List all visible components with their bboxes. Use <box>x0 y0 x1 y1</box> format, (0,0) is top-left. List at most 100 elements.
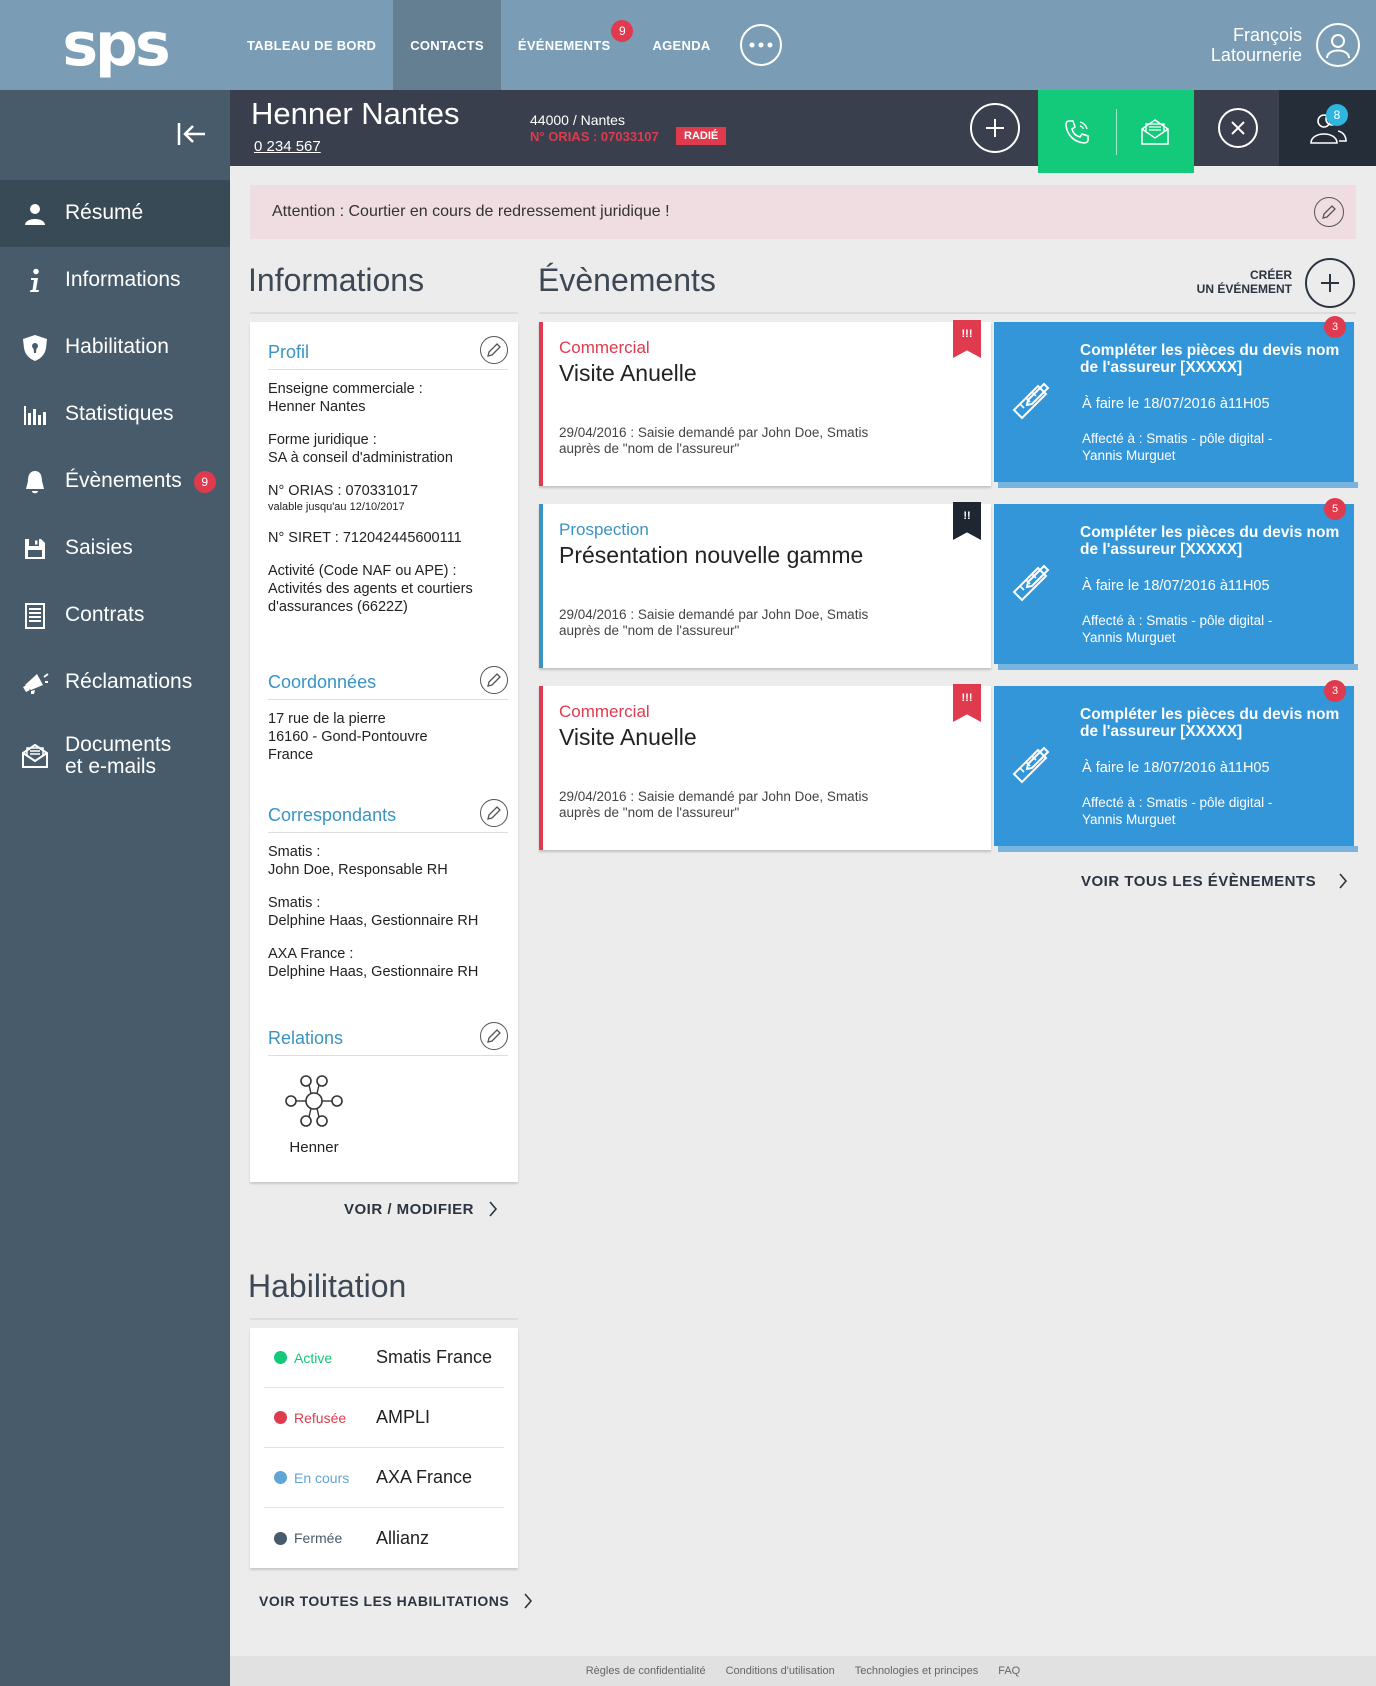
collapse-left-icon <box>177 123 205 145</box>
sidebar-item-reclamations[interactable]: Réclamations <box>0 649 230 716</box>
sidebar-item-label-line2: et e-mails <box>65 755 157 778</box>
address-line1: 17 rue de la pierre <box>268 711 386 727</box>
user-menu[interactable]: François Latournerie <box>1211 0 1360 90</box>
close-button[interactable] <box>1194 90 1281 166</box>
add-button[interactable] <box>960 90 1030 166</box>
more-dots-icon <box>749 42 773 48</box>
section-divider <box>539 312 1356 314</box>
pen-ruler-icon <box>1012 564 1050 602</box>
habilitation-row[interactable]: Active Smatis France <box>264 1328 504 1388</box>
habilitation-row[interactable]: En cours AXA France <box>264 1448 504 1508</box>
task-card[interactable]: Compléter les pièces du devis nom de l'a… <box>994 680 1358 852</box>
section-divider <box>250 312 518 314</box>
footer-link-technologies[interactable]: Technologies et principes <box>855 1665 979 1677</box>
event-type: Commercial <box>559 338 650 357</box>
relations-section: Relations <box>268 1018 508 1056</box>
app-logo[interactable]: sps <box>62 15 170 75</box>
profil-section: Profil Enseigne commerciale : Henner Nan… <box>268 332 508 616</box>
pencil-icon <box>1322 205 1336 219</box>
user-avatar-icon <box>1326 34 1350 59</box>
status-label: Fermée <box>294 1530 343 1546</box>
tab-agenda[interactable]: AGENDA <box>635 0 727 90</box>
contact-name: Henner Nantes <box>251 96 460 131</box>
pencil-icon <box>487 673 501 687</box>
correspondant-item: AXA France : Delphine Haas, Gestionnaire… <box>268 945 508 981</box>
task-card[interactable]: Compléter les pièces du devis nom de l'a… <box>994 498 1358 670</box>
footer: Règles de confidentialité Conditions d'u… <box>230 1656 1376 1686</box>
bell-icon <box>20 467 50 497</box>
footer-link-confidentialite[interactable]: Règles de confidentialité <box>586 1665 706 1677</box>
notification-badge: 9 <box>193 470 216 493</box>
sidebar-item-saisies[interactable]: Saisies <box>0 515 230 582</box>
link-label: VOIR / MODIFIER <box>344 1200 475 1218</box>
alert-text: Attention : Courtier en cours de redress… <box>272 203 670 220</box>
event-type: Prospection <box>559 520 649 539</box>
sidebar-item-statistiques[interactable]: Statistiques <box>0 381 230 448</box>
habilitation-row[interactable]: Fermée Allianz <box>264 1508 504 1568</box>
voir-evenements-link[interactable]: VOIR TOUS LES ÉVÈNEMENTS <box>1081 872 1348 890</box>
sidebar-item-habilitation[interactable]: Habilitation <box>0 314 230 381</box>
task-due-date: À faire le 18/07/2016 à11H05 <box>1082 760 1270 776</box>
correspondant-item: Smatis : Delphine Haas, Gestionnaire RH <box>268 894 508 930</box>
tab-evenements[interactable]: ÉVÉNEMENTS 9 <box>501 0 634 90</box>
edit-correspondants-button[interactable] <box>480 799 508 827</box>
status-dot <box>274 1471 287 1484</box>
activite-line1: Activités des agents et courtiers <box>268 581 473 597</box>
top-navbar: TABLEAU DE BORD CONTACTS ÉVÉNEMENTS 9 AG… <box>230 0 1376 90</box>
event-description: 29/04/2016 : Saisie demandé par John Doe… <box>559 607 919 639</box>
edit-relations-button[interactable] <box>480 1022 508 1050</box>
task-card[interactable]: Compléter les pièces du devis nom de l'a… <box>994 316 1358 488</box>
event-color-bar <box>539 686 543 850</box>
priority-ribbon: !!! <box>953 320 981 358</box>
main-tabs: TABLEAU DE BORD CONTACTS ÉVÉNEMENTS 9 AG… <box>230 0 782 90</box>
event-card[interactable]: Commercial Visite Anuelle 29/04/2016 : S… <box>539 320 991 486</box>
event-desc-line1: 29/04/2016 : Saisie demandé par John Doe… <box>559 789 869 804</box>
create-event-label[interactable]: CRÉER UN ÉVÉNEMENT <box>1160 268 1292 296</box>
edit-profil-button[interactable] <box>480 336 508 364</box>
notification-badge: 3 <box>1324 680 1346 702</box>
sidebar-item-resume[interactable]: Résumé <box>0 180 230 247</box>
task-due-date: À faire le 18/07/2016 à11H05 <box>1082 578 1270 594</box>
more-menu-button[interactable] <box>739 24 782 66</box>
sidebar-item-label: Statistiques <box>65 402 174 426</box>
forme-value: SA à conseil d'administration <box>268 450 453 466</box>
enseigne-label: Enseigne commerciale : <box>268 381 423 397</box>
notification-badge: 8 <box>1326 104 1348 126</box>
orias-block: N° ORIAS : 070331017 valable jusqu'au 12… <box>268 482 508 514</box>
status-dot <box>274 1531 287 1545</box>
habilitation-row[interactable]: Refusée AMPLI <box>264 1388 504 1448</box>
users-button[interactable]: 8 <box>1279 90 1376 166</box>
tab-contacts[interactable]: CONTACTS <box>393 0 501 90</box>
contact-header: Henner Nantes 0 234 567 44000 / Nantes N… <box>230 90 1376 173</box>
task-title: Compléter les pièces du devis nom de l'a… <box>1080 524 1340 558</box>
sidebar-item-evenements[interactable]: Évènements 9 <box>0 448 230 515</box>
event-card[interactable]: Prospection Présentation nouvelle gamme … <box>539 502 991 668</box>
collapse-sidebar-button[interactable] <box>170 112 214 156</box>
event-description: 29/04/2016 : Saisie demandé par John Doe… <box>559 789 919 821</box>
footer-link-faq[interactable]: FAQ <box>998 1665 1020 1677</box>
event-card[interactable]: Commercial Visite Anuelle 29/04/2016 : S… <box>539 684 991 850</box>
edit-alert-button[interactable] <box>1314 197 1344 227</box>
sidebar-item-label: Évènements <box>65 469 182 493</box>
sidebar-item-documents[interactable]: Documents et e-mails <box>0 716 230 796</box>
relations-title: Relations <box>268 1028 344 1048</box>
task-assignee: Affecté à : Smatis - pôle digital - Yann… <box>1082 794 1272 828</box>
email-button[interactable] <box>1117 90 1195 173</box>
sidebar-item-label: Résumé <box>65 201 144 225</box>
footer-link-conditions[interactable]: Conditions d'utilisation <box>726 1665 835 1677</box>
informations-card: Profil Enseigne commerciale : Henner Nan… <box>250 322 518 1182</box>
edit-coordonnees-button[interactable] <box>480 666 508 694</box>
call-button[interactable] <box>1038 90 1116 173</box>
voir-habilitations-link[interactable]: VOIR TOUTES LES HABILITATIONS <box>259 1592 533 1610</box>
task-assign-line1: Affecté à : Smatis - pôle digital - <box>1082 795 1273 810</box>
habilitation-name: AXA France <box>376 1467 473 1487</box>
voir-modifier-link[interactable]: VOIR / MODIFIER <box>344 1200 498 1218</box>
contact-number-link[interactable]: 0 234 567 <box>254 138 321 155</box>
correspondant-person: John Doe, Responsable RH <box>268 862 448 878</box>
sidebar-item-contrats[interactable]: Contrats <box>0 582 230 649</box>
create-event-button[interactable] <box>1305 258 1355 308</box>
tab-tableau-de-bord[interactable]: TABLEAU DE BORD <box>230 0 393 90</box>
task-assignee: Affecté à : Smatis - pôle digital - Yann… <box>1082 430 1272 464</box>
relation-node[interactable]: Henner <box>264 1074 364 1156</box>
sidebar-item-informations[interactable]: Informations <box>0 247 230 314</box>
